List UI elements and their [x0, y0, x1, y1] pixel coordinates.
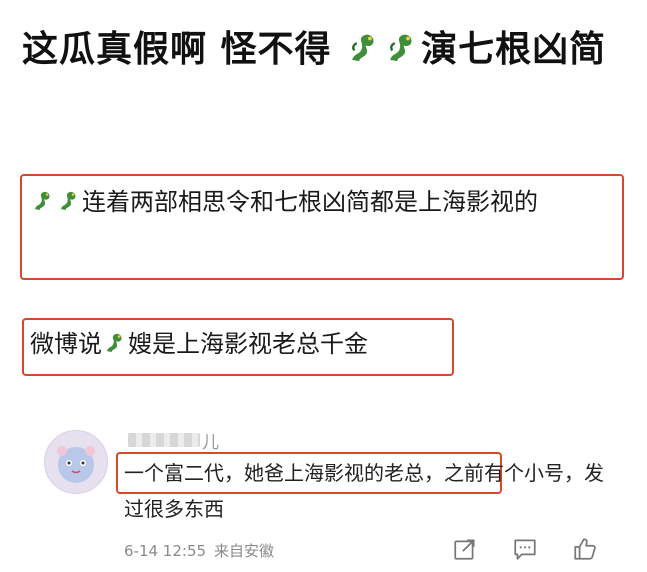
dragon-icon [345, 29, 383, 67]
comment-source: 来自安徽 [214, 542, 275, 560]
dragon-icon [383, 29, 421, 67]
paragraph-1: 连着两部相思令和七根凶简都是上海影视的 [30, 180, 620, 224]
title-text-part2: 演七根凶简 [421, 29, 607, 70]
paragraph-1-text: 连着两部相思令和七根凶简都是上海影视的 [82, 188, 538, 216]
paragraph-2-prefix: 微博说 [30, 330, 102, 358]
dragon-icon [102, 330, 128, 356]
comment-meta: 6-14 12:55 来自安徽 [124, 540, 282, 561]
comment-icon[interactable] [512, 536, 538, 562]
share-icon[interactable] [452, 536, 478, 562]
paragraph-2-suffix: 嫂是上海影视老总千金 [128, 330, 368, 358]
comment-username[interactable]: 儿 [128, 432, 219, 454]
dragon-icon [56, 188, 82, 214]
title-text-part1: 这瓜真假啊 怪不得 [22, 29, 332, 70]
username-redacted [128, 433, 200, 447]
username-visible: 儿 [202, 433, 219, 453]
paragraph-2: 微博说 嫂是上海影视老总千金 [30, 322, 450, 366]
dragon-icon [30, 188, 56, 214]
comment-text: 一个富二代，她爸上海影视的老总，之前有个小号，发过很多东西 [124, 455, 604, 527]
comment-text-highlighted: 一个富二代，她爸上海影视的老总， [124, 461, 444, 485]
thumbs-up-icon[interactable] [572, 536, 598, 562]
post-title: 这瓜真假啊 怪不得 演七根凶简 [22, 24, 622, 76]
avatar[interactable] [44, 430, 108, 494]
comment-date: 6-14 12:55 [124, 542, 207, 560]
